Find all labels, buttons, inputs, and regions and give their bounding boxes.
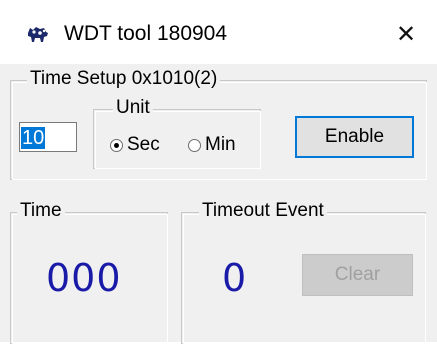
timeout-event-legend: Timeout Event (199, 200, 327, 222)
enable-button[interactable]: Enable (295, 116, 414, 158)
timeout-value-text: 10 (21, 127, 46, 149)
cow-icon (28, 27, 48, 42)
wdt-tool-window: WDT tool 180904 ✕ Time Setup 0x1010(2) 1… (0, 0, 437, 344)
unit-legend: Unit (113, 97, 153, 119)
window-title: WDT tool 180904 (64, 22, 228, 45)
unit-min-label: Min (205, 134, 236, 155)
unit-sec-label: Sec (127, 134, 160, 155)
radio-unchecked-icon (188, 138, 201, 152)
unit-min-radio[interactable]: Min (188, 134, 236, 156)
unit-sec-radio[interactable]: Sec (110, 134, 160, 156)
time-setup-legend: Time Setup 0x1010(2) (27, 68, 221, 90)
time-legend: Time (17, 200, 65, 222)
timeout-value-field[interactable]: 10 (19, 122, 77, 152)
timeout-event-counter: 0 (222, 256, 248, 300)
title-bar: WDT tool 180904 ✕ (0, 0, 437, 64)
enable-button-label: Enable (324, 126, 385, 147)
clear-button-label: Clear (334, 264, 381, 285)
close-button[interactable]: ✕ (375, 10, 437, 58)
close-icon: ✕ (395, 20, 417, 48)
radio-checked-icon (110, 138, 123, 152)
time-counter: 000 (46, 256, 122, 300)
clear-button[interactable]: Clear (302, 254, 413, 296)
